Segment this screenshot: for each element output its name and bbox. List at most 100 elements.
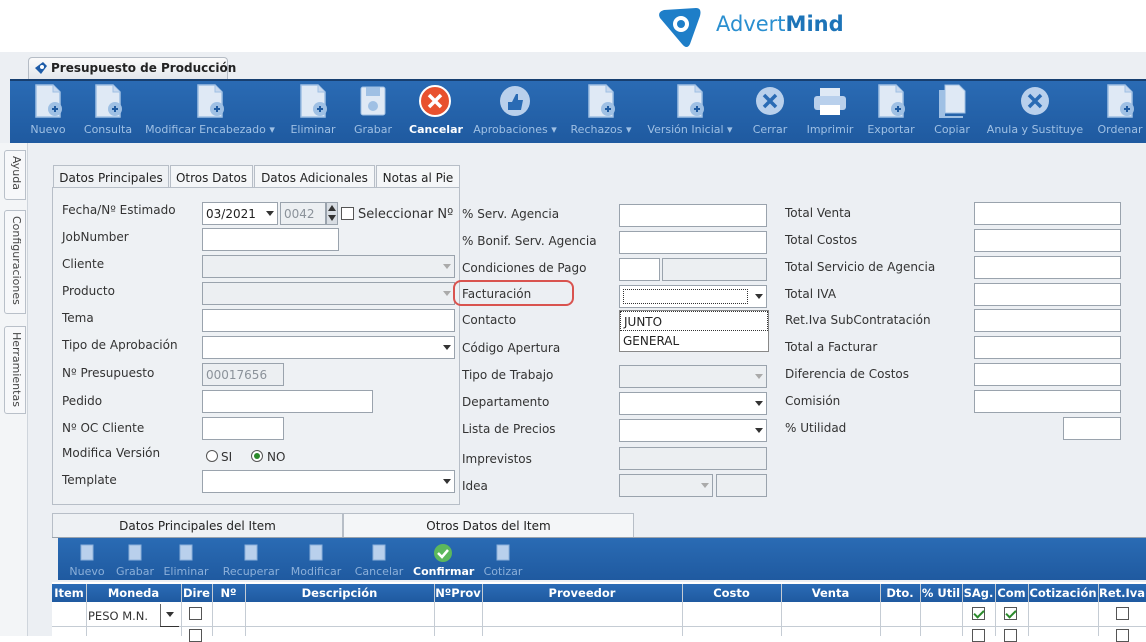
tipo-aprobacion-select[interactable] bbox=[202, 336, 455, 359]
toolbar-button-6[interactable]: Aprobaciones ▾ bbox=[472, 82, 558, 136]
toolbar-button-12[interactable]: Copiar bbox=[933, 82, 971, 136]
grid-header-7[interactable]: Costo bbox=[682, 586, 781, 600]
toolbar-button-10[interactable]: Imprimir bbox=[806, 82, 854, 136]
modifica-no-radio[interactable] bbox=[251, 450, 263, 462]
pedido-input[interactable] bbox=[202, 390, 373, 413]
grid-column-divider bbox=[1028, 584, 1029, 636]
toolbar-button-7[interactable]: Rechazos ▾ bbox=[568, 82, 634, 136]
toolbar-button-label: Versión Inicial ▾ bbox=[647, 123, 733, 136]
item-toolbar-button-7[interactable]: Cotizar bbox=[480, 542, 526, 578]
com-checkbox[interactable] bbox=[1004, 607, 1017, 620]
tab-otros-datos-item[interactable]: Otros Datos del Item bbox=[343, 513, 634, 537]
grid-header-2[interactable]: Dire bbox=[181, 586, 212, 600]
toolbar-button-label: Cancelar bbox=[409, 123, 463, 136]
grid-header-6[interactable]: Proveedor bbox=[482, 586, 682, 600]
item-toolbar-button-3[interactable]: Recuperar bbox=[219, 542, 283, 578]
toolbar-button-3[interactable]: Eliminar bbox=[290, 82, 336, 136]
grid-header-11[interactable]: SAg. bbox=[962, 586, 995, 600]
grid-column-divider bbox=[245, 584, 246, 636]
dire-checkbox[interactable] bbox=[189, 607, 202, 620]
grid-header-3[interactable]: Nº bbox=[212, 586, 245, 600]
item-toolbar-button-label: Nuevo bbox=[69, 565, 105, 578]
side-tab-ayuda[interactable]: Ayuda bbox=[4, 150, 26, 200]
side-tab-herramientas[interactable]: Herramientas bbox=[4, 326, 26, 414]
toolbar-button-1[interactable]: Consulta bbox=[82, 82, 134, 136]
facturacion-label: Facturación bbox=[462, 287, 532, 301]
moneda-underline bbox=[160, 626, 179, 627]
toolbar-button-label: Nuevo bbox=[30, 123, 66, 136]
document-tab[interactable]: Presupuesto de Producción bbox=[28, 57, 236, 79]
utilidad-input[interactable] bbox=[1063, 417, 1121, 440]
serv-agencia-label: % Serv. Agencia bbox=[462, 207, 560, 221]
lista-precios-select[interactable] bbox=[619, 419, 767, 442]
tab-datos-adicionales[interactable]: Datos Adicionales bbox=[254, 165, 375, 188]
side-tab-configuraciones[interactable]: Configuraciones bbox=[4, 210, 26, 314]
fecha-select[interactable]: 03/2021 bbox=[202, 202, 278, 225]
toolbar-button-9[interactable]: Cerrar bbox=[750, 82, 790, 136]
cancel-icon bbox=[409, 82, 461, 120]
item-toolbar-button-1[interactable]: Grabar bbox=[114, 542, 156, 578]
tipo-trabajo-select[interactable] bbox=[619, 365, 767, 388]
toolbar-button-8[interactable]: Versión Inicial ▾ bbox=[645, 82, 735, 136]
facturacion-dropdown-list: JUNTO GENERAL bbox=[619, 310, 769, 352]
grid-header-12[interactable]: Com bbox=[995, 586, 1028, 600]
toolbar-button-4[interactable]: Grabar bbox=[352, 82, 394, 136]
template-select[interactable] bbox=[202, 470, 455, 493]
toolbar-button-0[interactable]: Nuevo bbox=[28, 82, 68, 136]
toolbar-button-14[interactable]: Ordenar bbox=[1095, 82, 1145, 136]
modifica-si-radio[interactable] bbox=[206, 450, 218, 462]
copy-icon bbox=[933, 82, 971, 120]
tab-datos-principales-item[interactable]: Datos Principales del Item bbox=[52, 513, 343, 537]
cancel-item-icon bbox=[353, 542, 405, 564]
grid-header-10[interactable]: % Util bbox=[920, 586, 962, 600]
serv-agencia-input[interactable] bbox=[619, 204, 767, 227]
numero-spinner[interactable] bbox=[326, 202, 338, 225]
grid-header-5[interactable]: NºProv bbox=[434, 586, 482, 600]
idea-select[interactable] bbox=[619, 474, 713, 497]
tema-input[interactable] bbox=[202, 309, 455, 332]
item-toolbar-button-label: Eliminar bbox=[163, 565, 209, 578]
producto-select[interactable] bbox=[202, 282, 455, 305]
item-toolbar-button-0[interactable]: Nuevo bbox=[68, 542, 106, 578]
item-toolbar-button-6[interactable]: Confirmar bbox=[413, 542, 474, 578]
oc-cliente-label: Nº OC Cliente bbox=[62, 421, 145, 435]
tab-notas-al-pie[interactable]: Notas al Pie bbox=[376, 165, 460, 188]
total-servicio-input bbox=[974, 256, 1121, 279]
tab-datos-principales[interactable]: Datos Principales bbox=[53, 165, 169, 189]
grid-header-13[interactable]: Cotización bbox=[1028, 586, 1098, 600]
toolbar-button-11[interactable]: Exportar bbox=[865, 82, 917, 136]
retiva-checkbox[interactable] bbox=[1116, 607, 1129, 620]
jobnumber-input[interactable] bbox=[202, 228, 339, 251]
grid-header-8[interactable]: Venta bbox=[781, 586, 880, 600]
grid-header-1[interactable]: Moneda bbox=[86, 586, 181, 600]
facturacion-option-general[interactable]: GENERAL bbox=[620, 331, 768, 351]
grid-header-14[interactable]: Ret.Iva bbox=[1098, 586, 1146, 600]
moneda-dropdown-button[interactable] bbox=[160, 604, 179, 626]
total-facturar-input bbox=[974, 336, 1121, 359]
seleccionar-checkbox[interactable] bbox=[341, 207, 354, 220]
cliente-select[interactable] bbox=[202, 255, 455, 278]
grid-header-0[interactable]: Item bbox=[52, 586, 86, 600]
facturacion-select[interactable] bbox=[619, 285, 767, 308]
departamento-select[interactable] bbox=[619, 392, 767, 415]
tab-otros-datos[interactable]: Otros Datos bbox=[170, 165, 253, 188]
toolbar-button-5[interactable]: Cancelar bbox=[409, 82, 463, 136]
item-toolbar-button-2[interactable]: Eliminar bbox=[163, 542, 209, 578]
bonif-input[interactable] bbox=[619, 231, 767, 254]
seleccionar-label: Seleccionar Nº bbox=[358, 207, 454, 222]
grid-header-4[interactable]: Descripción bbox=[245, 586, 434, 600]
item-toolbar-button-4[interactable]: Modificar bbox=[288, 542, 344, 578]
facturacion-option-junto[interactable]: JUNTO bbox=[620, 311, 768, 331]
numero-input[interactable]: 0042 bbox=[280, 202, 326, 225]
item-toolbar-button-5[interactable]: Cancelar bbox=[353, 542, 405, 578]
grid-header-9[interactable]: Dto. bbox=[880, 586, 920, 600]
toolbar-button-2[interactable]: Modificar Encabezado ▾ bbox=[145, 82, 275, 136]
comision-input[interactable] bbox=[974, 390, 1121, 413]
grid-column-divider bbox=[962, 584, 963, 636]
toolbar-button-13[interactable]: Anula y Sustituye bbox=[985, 82, 1085, 136]
oc-cliente-input[interactable] bbox=[202, 417, 284, 440]
sag-checkbox[interactable] bbox=[972, 607, 985, 620]
condiciones-code-input[interactable] bbox=[619, 258, 660, 281]
idea-code-input bbox=[716, 474, 767, 497]
cliente-label: Cliente bbox=[62, 257, 105, 271]
